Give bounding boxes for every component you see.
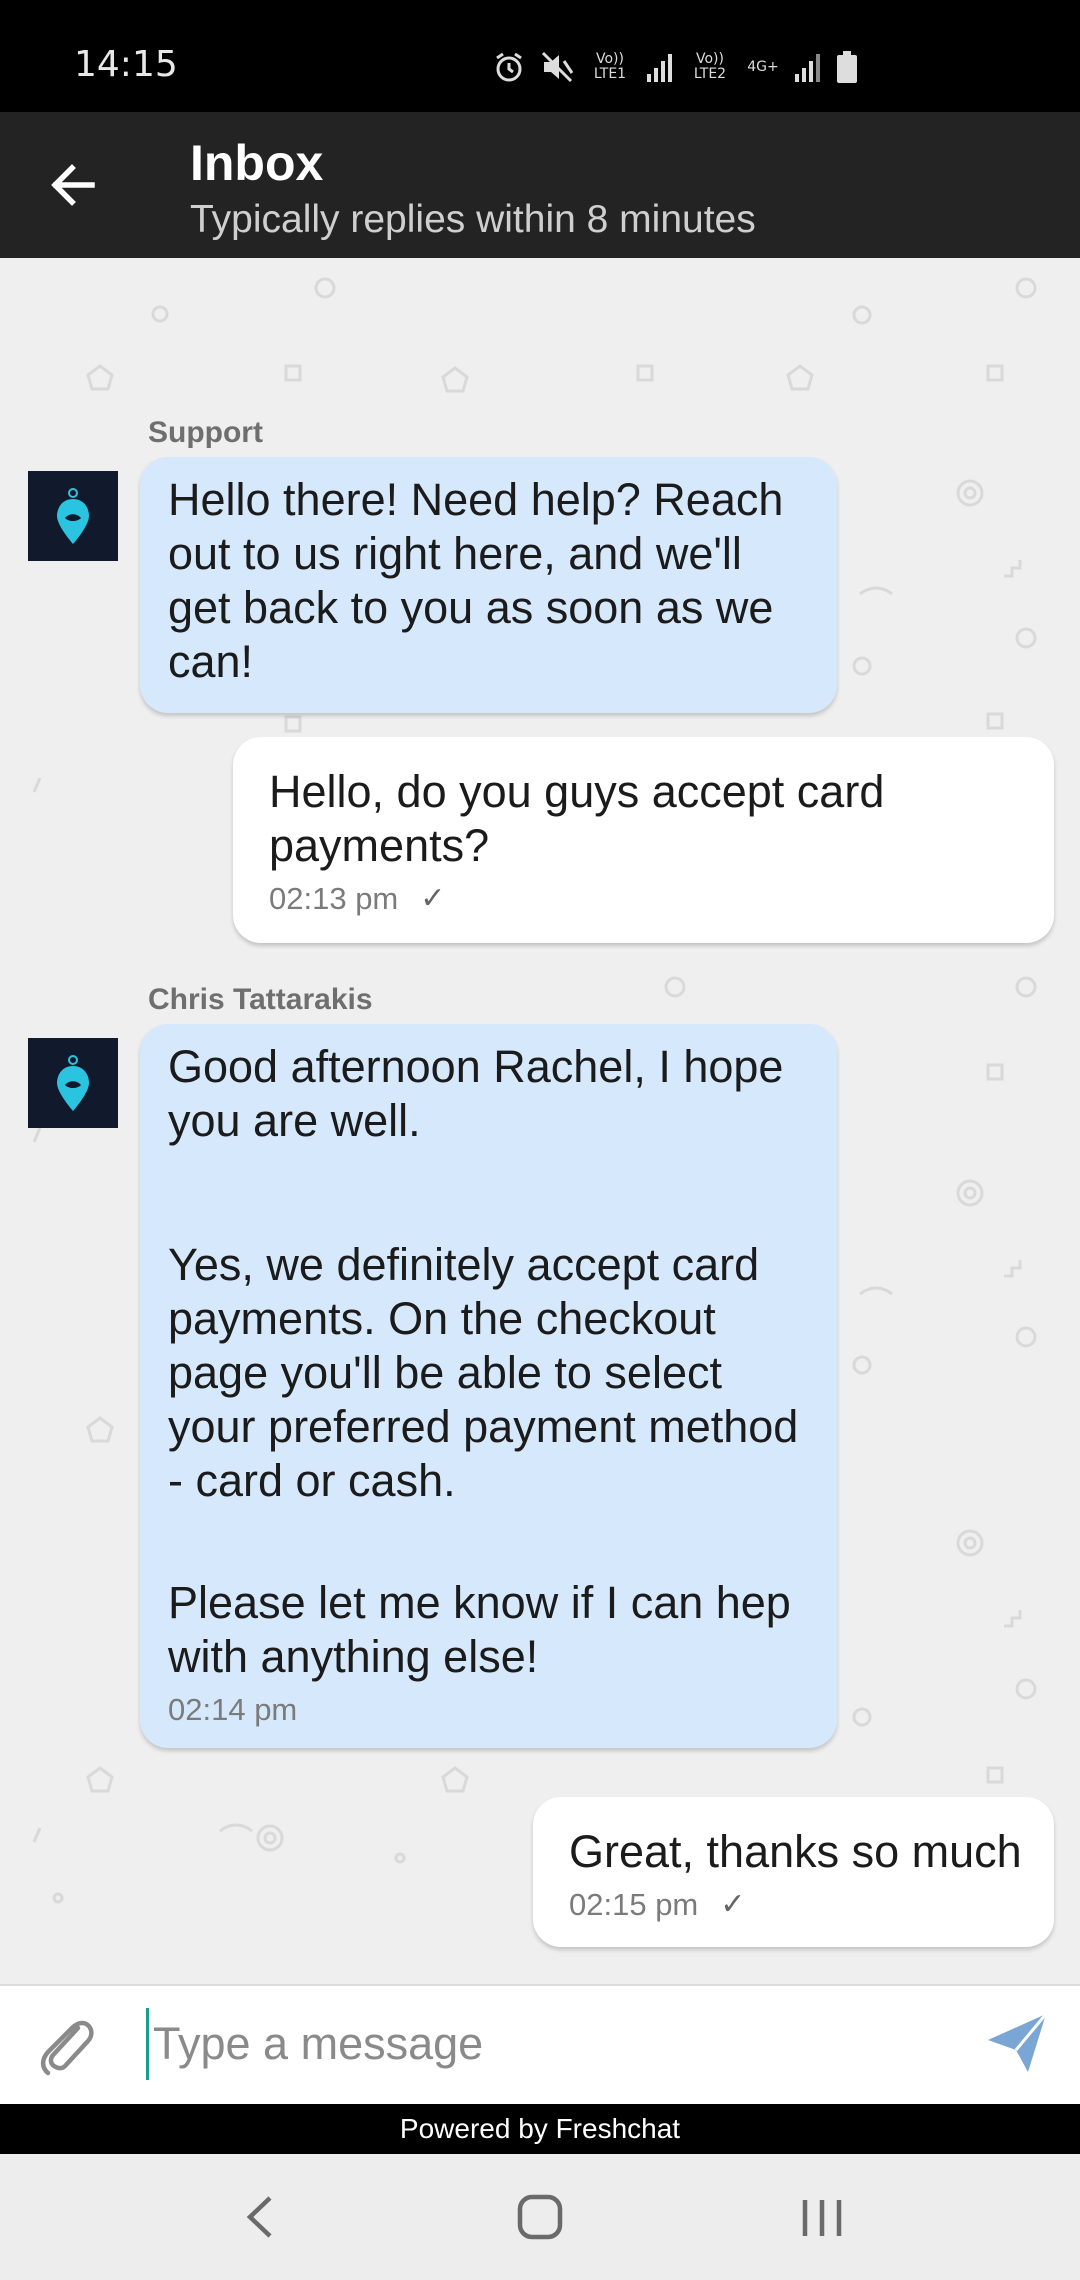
- avatar: [28, 471, 118, 561]
- nav-back-icon: [246, 2196, 272, 2238]
- sim2-label: Vo)) LTE2: [693, 51, 727, 82]
- message-sender: Chris Tattarakis: [148, 983, 373, 1016]
- message-text: Hello there! Need help? Reach out to us …: [168, 474, 784, 687]
- signal-icon: [794, 52, 822, 82]
- message-time: 02:14 pm: [168, 1692, 298, 1727]
- nav-recents-button[interactable]: [782, 2182, 862, 2252]
- message-input[interactable]: [146, 2008, 953, 2080]
- page-title: Inbox: [190, 135, 324, 191]
- message-meta: 02:14 pm: [168, 1690, 809, 1730]
- alarm-icon: [492, 50, 526, 84]
- message-text: Yes, we definitely accept card payments.…: [168, 1239, 799, 1506]
- system-navigation-bar: [0, 2154, 1080, 2280]
- message-text: Please let me know if I can hep with any…: [168, 1577, 791, 1682]
- sim1-label: Vo)) LTE1: [593, 51, 627, 82]
- network-type: 4G+: [747, 58, 779, 75]
- chat-area[interactable]: Support Hello there! Need help? Reach ou…: [0, 258, 1080, 1984]
- message-time: 02:13 pm: [269, 881, 399, 916]
- message-meta: 02:15 pm ✓: [569, 1885, 1024, 1925]
- message-bubble-incoming[interactable]: Good afternoon Rachel, I hope you are we…: [140, 1024, 837, 1748]
- nav-back-button[interactable]: [220, 2182, 300, 2252]
- message-text: Hello, do you guys accept card payments?: [269, 766, 885, 871]
- nav-home-button[interactable]: [500, 2182, 580, 2252]
- mute-icon: [540, 50, 574, 84]
- nav-home-icon: [517, 2194, 563, 2240]
- message-bubble-outgoing[interactable]: Hello, do you guys accept card payments?…: [233, 737, 1054, 943]
- app-bar: Inbox Typically replies within 8 minutes: [0, 112, 1080, 258]
- location-pin-logo-icon: [57, 1055, 89, 1111]
- message-sender: Support: [148, 416, 263, 449]
- battery-icon: [836, 51, 858, 83]
- location-pin-logo-icon: [57, 488, 89, 544]
- message-meta: 02:13 pm ✓: [269, 879, 1018, 919]
- avatar: [28, 1038, 118, 1128]
- paperclip-icon: [40, 2020, 94, 2076]
- message-text: Great, thanks so much: [569, 1826, 1022, 1877]
- status-time: 14:15: [74, 44, 178, 85]
- send-button[interactable]: [984, 2010, 1050, 2076]
- attach-button[interactable]: [34, 2010, 96, 2078]
- nav-recents-icon: [802, 2200, 842, 2236]
- message-time: 02:15 pm: [569, 1887, 699, 1922]
- reply-time-subtitle: Typically replies within 8 minutes: [190, 198, 756, 241]
- send-icon: [988, 2013, 1048, 2072]
- arrow-left-icon: [51, 164, 95, 206]
- message-bubble-outgoing[interactable]: Great, thanks so much 02:15 pm ✓: [533, 1797, 1054, 1947]
- status-icons: Vo)) LTE1 Vo)) LTE2 4G+: [492, 50, 858, 84]
- back-button[interactable]: [42, 154, 104, 216]
- signal-icon: [646, 52, 674, 82]
- sent-check-icon: ✓: [420, 882, 446, 915]
- powered-by-footer: Powered by Freshchat: [0, 2104, 1080, 2154]
- message-text: Good afternoon Rachel, I hope you are we…: [168, 1041, 784, 1146]
- message-bubble-incoming[interactable]: Hello there! Need help? Reach out to us …: [140, 457, 837, 713]
- status-bar: 14:15 Vo)) LTE1 Vo)) LTE2 4G+: [0, 0, 1080, 112]
- sent-check-icon: ✓: [720, 1888, 746, 1921]
- message-composer: [0, 1984, 1080, 2104]
